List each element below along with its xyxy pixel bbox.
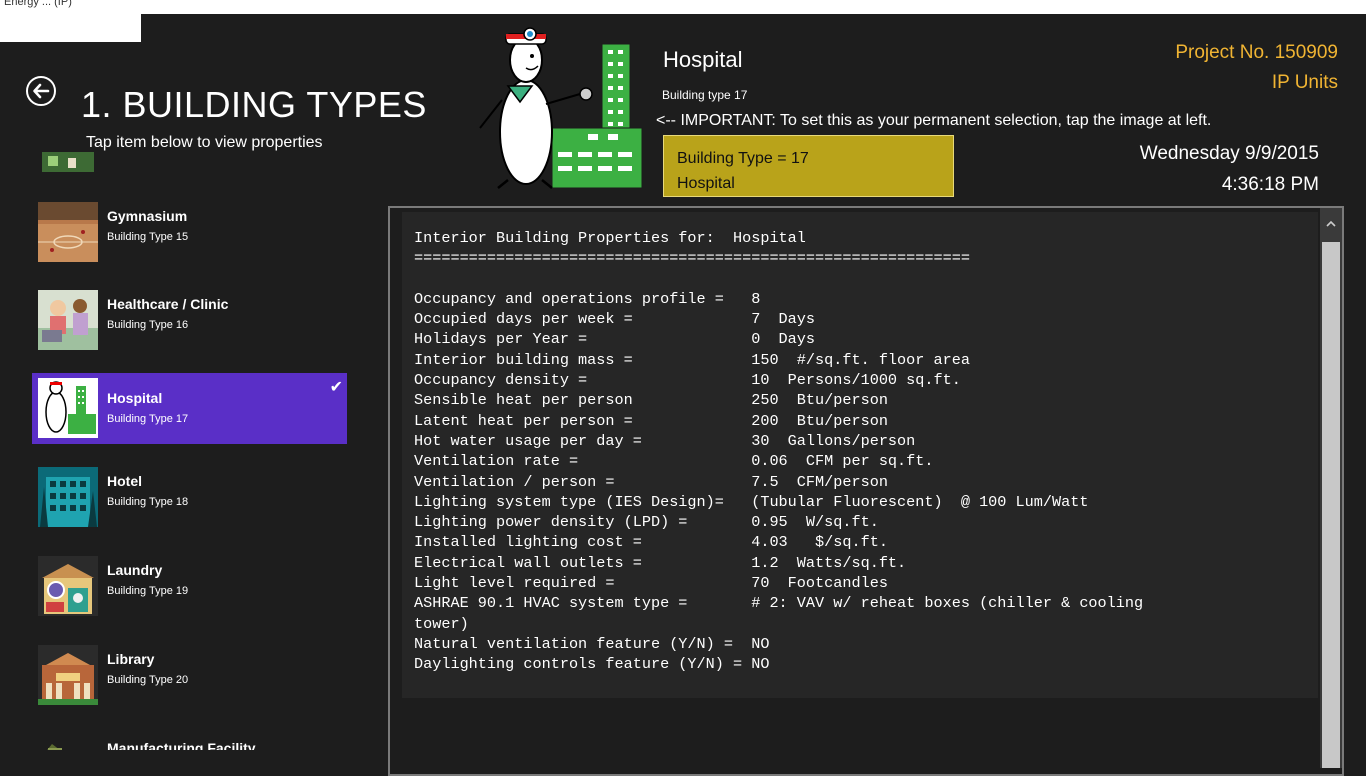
healthcare-clinic-icon — [38, 290, 98, 350]
selected-building-subtitle: Building type 17 — [662, 88, 748, 102]
list-item-hotel[interactable]: Hotel Building Type 18 — [32, 456, 347, 527]
laundry-icon — [38, 556, 98, 616]
properties-text: Interior Building Properties for: Hospit… — [414, 229, 1144, 674]
date-display: Wednesday 9/9/2015 — [1139, 143, 1319, 164]
important-note: <-- IMPORTANT: To set this as your perma… — [656, 112, 1212, 129]
list-item-gymnasium[interactable]: Gymnasium Building Type 15 — [32, 191, 347, 262]
building-thumbnail-icon — [42, 152, 94, 172]
list-item-subtitle: Building Type 18 — [107, 496, 189, 508]
list-item-name: Hospital — [107, 390, 163, 406]
scrollbar[interactable] — [1320, 208, 1342, 768]
list-item-subtitle: Building Type 19 — [107, 585, 189, 597]
hotel-thumbnail — [38, 467, 98, 527]
list-item-name: Manufacturing Facility — [107, 740, 256, 750]
selection-type-line: Building Type = 17 — [677, 150, 809, 167]
hotel-icon — [38, 467, 98, 527]
selection-summary-box: Building Type = 17 Hospital — [663, 135, 954, 197]
selected-building-image[interactable] — [468, 20, 658, 192]
laundry-thumbnail — [38, 556, 98, 616]
hospital-thumbnail — [38, 378, 98, 438]
manufacturing-thumbnail — [38, 734, 98, 750]
list-item[interactable] — [32, 150, 347, 183]
hospital-doctor-icon — [38, 378, 98, 438]
list-item-name: Gymnasium — [107, 208, 188, 224]
list-item-library[interactable]: Library Building Type 20 — [32, 634, 347, 705]
gymnasium-thumbnail — [38, 202, 98, 262]
list-item-name: Laundry — [107, 562, 163, 578]
building-type-list[interactable]: Gymnasium Building Type 15 Healthcare / … — [32, 150, 352, 750]
list-item-name: Healthcare / Clinic — [107, 296, 229, 312]
list-item-name: Hotel — [107, 473, 142, 489]
manufacturing-icon — [47, 744, 62, 750]
checkmark-icon: ✔ — [329, 379, 343, 396]
library-icon — [38, 645, 98, 705]
scrollbar-thumb[interactable] — [1322, 242, 1340, 768]
list-item-hospital[interactable]: Hospital Building Type 17 ✔ — [32, 373, 347, 444]
window-title: Energy ... (IP) — [4, 0, 72, 8]
list-item-healthcare-clinic[interactable]: Healthcare / Clinic Building Type 16 — [32, 279, 347, 350]
list-item-subtitle: Building Type 17 — [107, 413, 189, 425]
project-number: Project No. 150909 — [1175, 42, 1338, 63]
page-title: 1. BUILDING TYPES — [81, 84, 427, 125]
list-item-laundry[interactable]: Laundry Building Type 19 — [32, 545, 347, 616]
healthcare-thumbnail — [38, 290, 98, 350]
list-item-subtitle: Building Type 16 — [107, 319, 189, 331]
units-label: IP Units — [1271, 72, 1338, 93]
gymnasium-icon — [38, 202, 98, 262]
hospital-doctor-icon — [479, 27, 643, 189]
search-box[interactable] — [0, 14, 141, 42]
list-item-subtitle: Building Type 20 — [107, 674, 189, 686]
selected-building-title: Hospital — [663, 47, 743, 72]
list-item-name: Library — [107, 651, 155, 667]
list-item-manufacturing-facility[interactable]: Manufacturing Facility — [32, 723, 347, 750]
title-bar: Energy ... (IP) — [0, 0, 1366, 14]
scroll-up-icon[interactable] — [1325, 218, 1337, 230]
arrow-left-circle-icon — [33, 83, 50, 99]
building-thumbnail — [38, 152, 98, 172]
selection-name-line: Hospital — [677, 175, 735, 192]
library-thumbnail — [38, 645, 98, 705]
back-button[interactable] — [26, 76, 56, 106]
time-display: 4:36:18 PM — [1221, 174, 1319, 195]
list-item-subtitle: Building Type 15 — [107, 231, 189, 243]
